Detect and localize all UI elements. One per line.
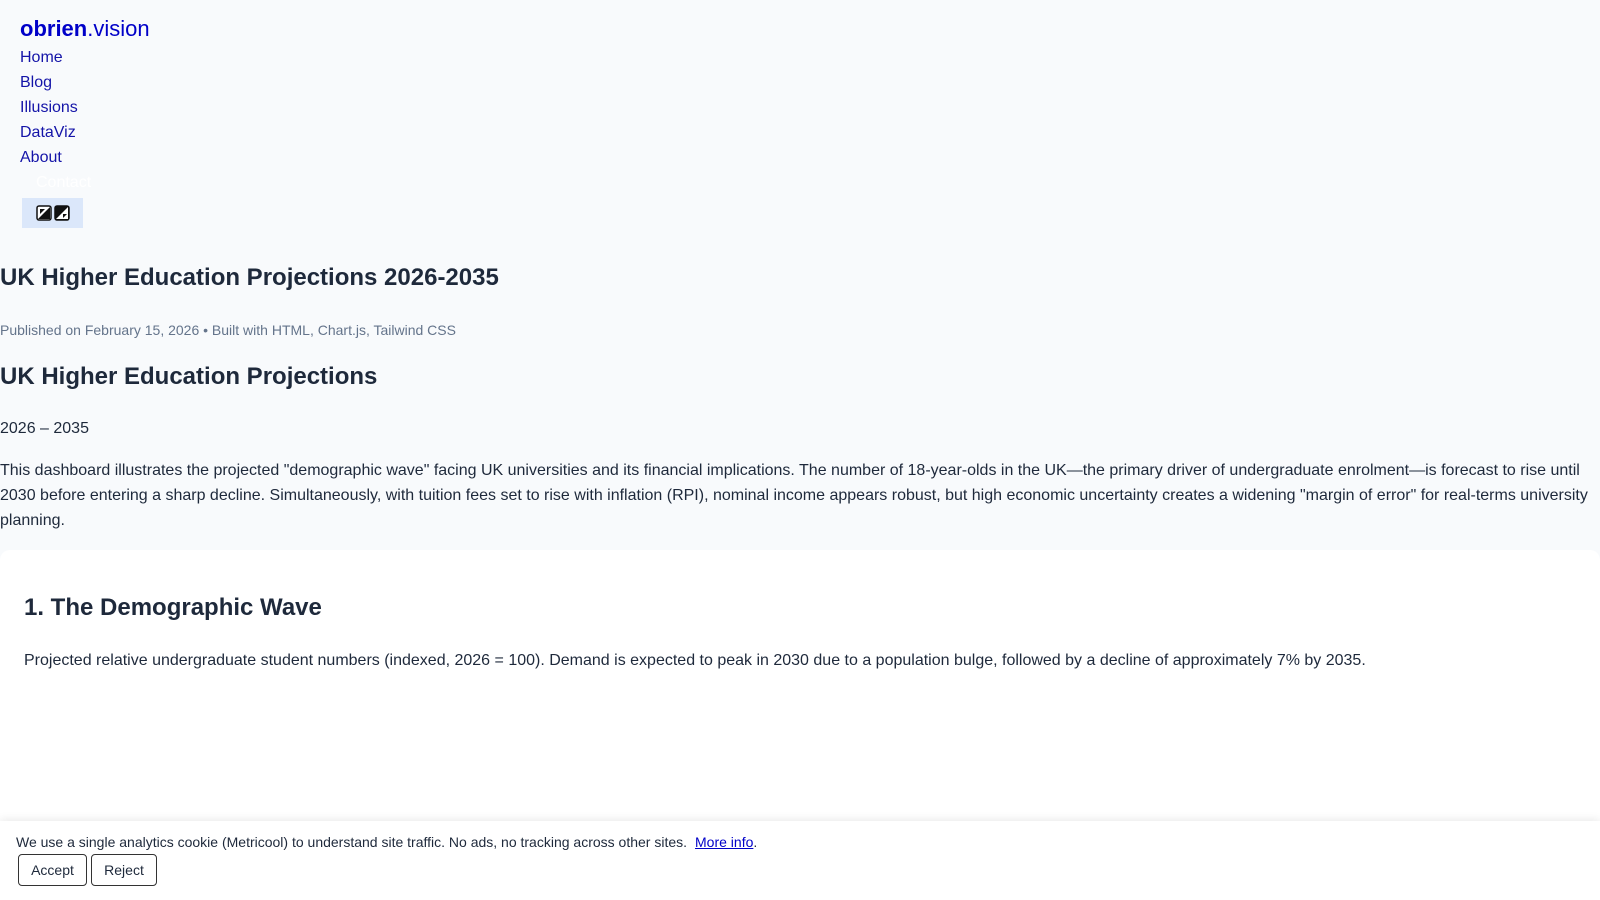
nav-dataviz[interactable]: DataViz: [20, 124, 76, 141]
cookie-banner: We use a single analytics cookie (Metric…: [0, 821, 1600, 900]
sun-icon: [35, 205, 52, 221]
cookie-link-suffix: .: [753, 834, 758, 850]
publish-meta: Published on February 15, 2026 • Built w…: [0, 322, 456, 338]
site-header: obrien.vision Home Blog Illusions DataVi…: [20, 16, 150, 228]
theme-toggle-button[interactable]: [22, 198, 83, 228]
section-title: 1. The Demographic Wave: [24, 594, 322, 621]
site-logo-link[interactable]: obrien.vision: [20, 16, 150, 41]
nav-about[interactable]: About: [20, 149, 62, 166]
cookie-more-info-link[interactable]: More info: [695, 834, 753, 850]
dashboard-heading: UK Higher Education Projections: [0, 363, 378, 390]
nav-blog[interactable]: Blog: [20, 74, 52, 91]
brand-bold: obrien: [20, 16, 88, 41]
accept-button[interactable]: Accept: [18, 854, 87, 886]
section-description: Projected relative undergraduate student…: [24, 652, 1366, 669]
page-title: UK Higher Education Projections 2026-203…: [0, 264, 499, 291]
brand-rest: .vision: [87, 16, 150, 41]
nav-home[interactable]: Home: [20, 49, 63, 66]
main-nav: Home Blog Illusions DataViz About Contac…: [20, 45, 150, 195]
moon-icon: [53, 205, 70, 221]
nav-contact[interactable]: Contact: [36, 174, 91, 191]
intro-paragraph: This dashboard illustrates the projected…: [0, 462, 1588, 529]
cookie-text: We use a single analytics cookie (Metric…: [16, 834, 688, 850]
year-range: 2026 – 2035: [0, 420, 89, 437]
cookie-message: We use a single analytics cookie (Metric…: [16, 834, 757, 850]
reject-button[interactable]: Reject: [91, 854, 157, 886]
nav-illusions[interactable]: Illusions: [20, 99, 78, 116]
